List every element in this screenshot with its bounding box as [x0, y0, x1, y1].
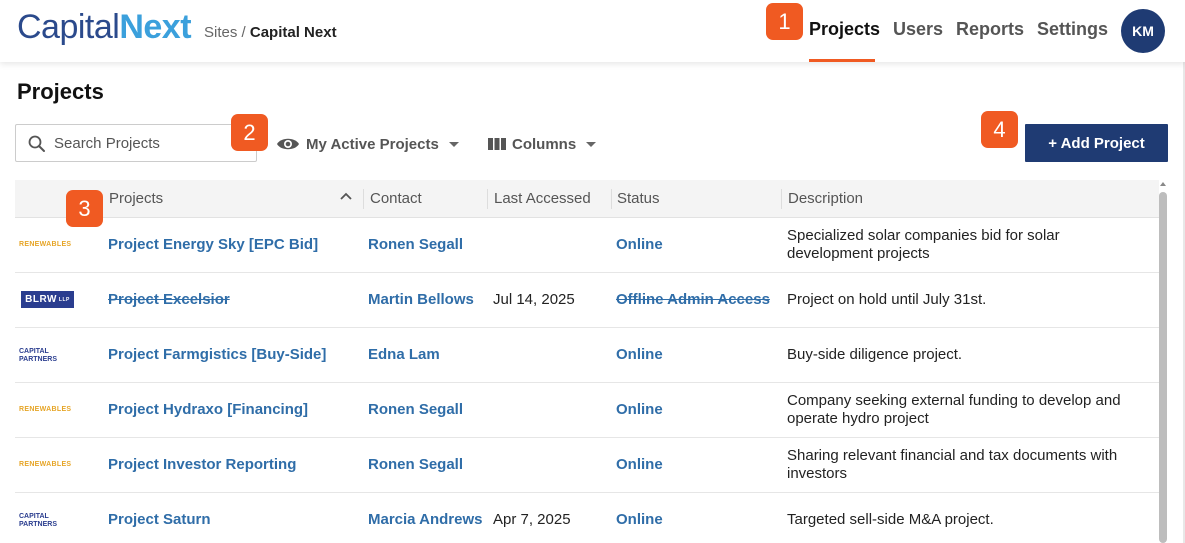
status-online[interactable]: Online [616, 456, 663, 473]
last-accessed: Apr 7, 2025 [493, 511, 571, 528]
nav-projects[interactable]: Projects [809, 19, 880, 40]
status-online[interactable]: Online [616, 346, 663, 363]
table-row[interactable]: CAPITAL PARTNERS Project Saturn Marcia A… [15, 493, 1159, 543]
project-name-link[interactable]: Project Farmgistics [Buy-Side] [108, 346, 326, 363]
project-name-link[interactable]: Project Energy Sky [EPC Bid] [108, 236, 318, 253]
breadcrumb-current: Capital Next [249, 24, 337, 41]
column-header-contact[interactable]: Contact [370, 190, 422, 207]
table-row[interactable]: RENEWABLES Project Investor Reporting Ro… [15, 438, 1159, 493]
columns-label: Columns [512, 135, 577, 153]
contact-link[interactable]: Ronen Segall [368, 236, 463, 253]
breadcrumb-separator: / [241, 24, 246, 41]
scroll-up-arrow-icon[interactable] [1160, 182, 1166, 186]
blrw-logo: BLRW LLP [21, 291, 74, 308]
nav-users[interactable]: Users [893, 19, 943, 40]
table-row[interactable]: RENEWABLES Project Hydraxo [Financing] R… [15, 383, 1159, 438]
project-description: Project on hold until July 31st. [787, 291, 987, 308]
capital-partners-logo: CAPITAL PARTNERS [19, 348, 57, 363]
project-description: Targeted sell-side M&A project. [787, 511, 994, 528]
callout-badge-1: 1 [766, 3, 803, 40]
table-row[interactable]: BLRW LLP Project Excelsior Martin Bellows… [15, 273, 1159, 328]
active-projects-filter[interactable]: My Active Projects [276, 133, 459, 155]
search-input[interactable] [54, 131, 249, 155]
breadcrumb: Sites / Capital Next [204, 24, 337, 41]
capitalnext-logo[interactable]: CapitalNext [17, 8, 192, 46]
contact-link[interactable]: Marcia Andrews [368, 511, 483, 528]
contact-link[interactable]: Edna Lam [368, 346, 440, 363]
add-project-button[interactable]: + Add Project [1025, 124, 1168, 162]
status-online[interactable]: Online [616, 401, 663, 418]
project-description: Company seeking external funding to deve… [787, 392, 1121, 427]
callout-badge-4: 4 [981, 111, 1018, 148]
table-header: Projects Contact Last Accessed Status De… [15, 180, 1159, 218]
project-description: Specialized solar companies bid for sola… [787, 227, 1060, 262]
sort-ascending-icon[interactable] [340, 192, 352, 200]
column-header-description[interactable]: Description [788, 190, 863, 207]
filter-label: My Active Projects [306, 135, 439, 153]
status-online[interactable]: Online [616, 511, 663, 528]
table-row[interactable]: CAPITAL PARTNERS Project Farmgistics [Bu… [15, 328, 1159, 383]
table-row[interactable]: RENEWABLES Project Energy Sky [EPC Bid] … [15, 218, 1159, 273]
search-icon [28, 135, 45, 152]
capital-partners-logo: CAPITAL PARTNERS [19, 513, 57, 528]
nav-settings[interactable]: Settings [1037, 19, 1108, 40]
columns-dropdown[interactable]: Columns [488, 133, 597, 155]
eye-icon [277, 138, 299, 150]
nav-reports[interactable]: Reports [956, 19, 1024, 40]
chevron-down-icon [448, 141, 459, 147]
status-online[interactable]: Online [616, 236, 663, 253]
renewables-logo: RENEWABLES [19, 241, 72, 248]
project-name-link[interactable]: Project Saturn [108, 511, 211, 528]
callout-badge-2: 2 [231, 114, 268, 151]
renewables-logo: RENEWABLES [19, 406, 72, 413]
last-accessed: Jul 14, 2025 [493, 291, 575, 308]
project-name-link[interactable]: Project Investor Reporting [108, 456, 296, 473]
status-offline[interactable]: Offline Admin Access [616, 291, 770, 308]
table-scrollbar[interactable] [1159, 180, 1167, 543]
contact-link[interactable]: Martin Bellows [368, 291, 474, 308]
active-nav-indicator [809, 59, 875, 62]
contact-link[interactable]: Ronen Segall [368, 456, 463, 473]
project-name-link[interactable]: Project Excelsior [108, 291, 230, 308]
top-header: CapitalNext Sites / Capital Next Project… [0, 0, 1185, 62]
renewables-logo: RENEWABLES [19, 461, 72, 468]
column-divider[interactable] [363, 189, 364, 209]
contact-link[interactable]: Ronen Segall [368, 401, 463, 418]
search-box[interactable] [15, 124, 257, 162]
callout-badge-3: 3 [66, 190, 103, 227]
column-header-status[interactable]: Status [617, 190, 660, 207]
project-description: Buy-side diligence project. [787, 346, 963, 363]
user-avatar[interactable]: KM [1121, 9, 1165, 53]
column-divider[interactable] [611, 189, 612, 209]
scrollbar-thumb[interactable] [1159, 192, 1167, 543]
columns-icon [488, 138, 506, 150]
project-description: Sharing relevant financial and tax docum… [787, 447, 1118, 482]
project-name-link[interactable]: Project Hydraxo [Financing] [108, 401, 308, 418]
column-divider[interactable] [781, 189, 782, 209]
column-divider[interactable] [487, 189, 488, 209]
breadcrumb-sites[interactable]: Sites [204, 24, 237, 41]
page-title: Projects [17, 79, 104, 104]
column-header-projects[interactable]: Projects [109, 190, 163, 207]
column-header-last-accessed[interactable]: Last Accessed [494, 190, 591, 207]
chevron-down-icon [586, 141, 597, 147]
